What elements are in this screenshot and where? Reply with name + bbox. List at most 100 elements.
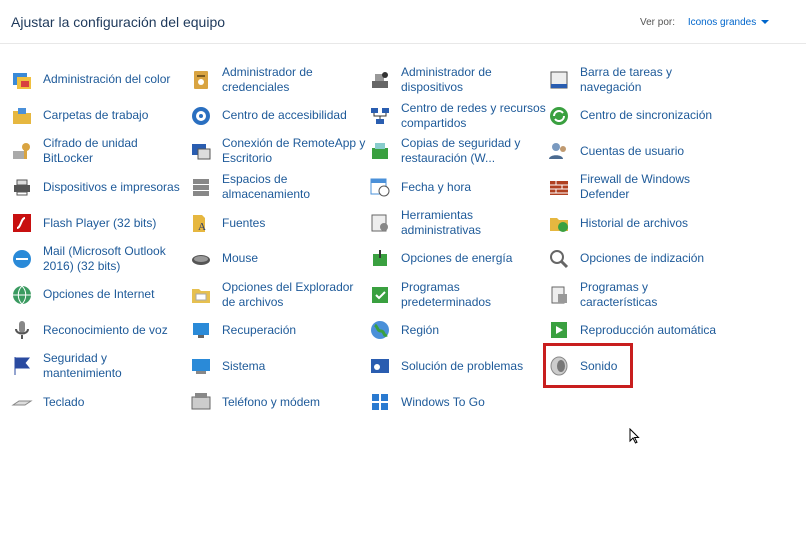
file-history-icon <box>548 212 570 234</box>
control-panel-item[interactable]: Flash Player (32 bits) <box>11 205 190 241</box>
control-panel-item-label: Conexión de RemoteApp y Escritorio <box>222 136 366 166</box>
control-panel-item-label: Centro de sincronización <box>580 108 713 123</box>
region-icon <box>369 319 391 341</box>
control-panel-item-label: Teclado <box>43 394 85 409</box>
control-panel-item-label: Opciones de energía <box>401 251 513 266</box>
control-panel-item[interactable]: Teclado <box>11 384 190 420</box>
control-panel-item[interactable]: Administrador de dispositivos <box>369 62 548 98</box>
control-panel-item[interactable]: Barra de tareas y navegación <box>548 62 778 98</box>
control-panel-item[interactable]: Administración del color <box>11 62 190 98</box>
control-panel-item[interactable]: Dispositivos e impresoras <box>11 169 190 205</box>
control-panel-item[interactable]: Opciones de energía <box>369 241 548 277</box>
admin-tools-icon <box>369 212 391 234</box>
control-panel-item[interactable]: Seguridad y mantenimiento <box>11 348 190 384</box>
control-panel-item[interactable]: Programas predeterminados <box>369 277 548 313</box>
control-panel-item-label: Cifrado de unidad BitLocker <box>43 136 138 166</box>
keyboard-icon <box>11 391 33 413</box>
control-panel-item[interactable]: Herramientas administrativas <box>369 205 548 241</box>
recovery-icon <box>190 319 212 341</box>
control-panel-item-label: Opciones de Internet <box>43 287 155 302</box>
control-panel-item-label: Administrador de dispositivos <box>401 64 492 94</box>
default-programs-icon <box>369 284 391 306</box>
windows-to-go-icon <box>369 391 391 413</box>
control-panel-item[interactable]: Conexión de RemoteApp y Escritorio <box>190 134 369 170</box>
programs-features-icon <box>548 284 570 306</box>
control-panel-item-label: Fecha y hora <box>401 179 472 194</box>
control-panel-item-label: Centro de redes y recursos compartidos <box>401 100 546 130</box>
control-panel-item-label: Copias de seguridad y restauración (W... <box>401 136 521 166</box>
control-panel-item[interactable]: Mail (Microsoft Outlook 2016) (32 bits) <box>11 241 190 277</box>
control-panel-item[interactable]: Historial de archivos <box>548 205 778 241</box>
indexing-options-icon <box>548 248 570 270</box>
control-panel-item[interactable]: A Fuentes <box>190 205 369 241</box>
control-panel-item-label: Opciones del Explorador de archivos <box>222 279 354 309</box>
control-panel-item-label: Carpetas de trabajo <box>43 108 149 123</box>
control-panel-item[interactable]: Reconocimiento de voz <box>11 313 190 349</box>
control-panel-item[interactable]: Solución de problemas <box>369 348 548 384</box>
control-panel-item-label: Dispositivos e impresoras <box>43 179 180 194</box>
control-panel-item-label: Herramientas administrativas <box>401 208 482 238</box>
view-by: Ver por: Iconos grandes <box>640 17 770 28</box>
page-title: Ajustar la configuración del equipo <box>11 14 226 30</box>
control-panel-items: Administración del color Administrador de… <box>11 62 801 420</box>
control-panel-item[interactable]: Carpetas de trabajo <box>11 98 190 134</box>
file-explorer-options-icon <box>190 284 212 306</box>
control-panel-item[interactable]: Mouse <box>190 241 369 277</box>
control-panel-item[interactable]: Firewall de Windows Defender <box>548 169 778 205</box>
control-panel-item[interactable]: Cuentas de usuario <box>548 134 778 170</box>
control-panel-item[interactable]: Programas y características <box>548 277 778 313</box>
control-panel-item[interactable]: Administrador de credenciales <box>190 62 369 98</box>
network-center-icon <box>369 105 391 127</box>
control-panel-item[interactable]: Opciones de Internet <box>11 277 190 313</box>
view-by-label: Ver por: <box>640 17 676 28</box>
control-panel-item-label: Programas predeterminados <box>401 279 492 309</box>
control-panel-item[interactable]: Centro de accesibilidad <box>190 98 369 134</box>
device-manager-icon <box>369 69 391 91</box>
view-by-dropdown[interactable]: Iconos grandes <box>688 17 770 28</box>
control-panel-item-label: Cuentas de usuario <box>580 143 685 158</box>
work-folders-icon <box>11 105 33 127</box>
control-panel-item[interactable]: Teléfono y módem <box>190 384 369 420</box>
control-panel-item[interactable]: Recuperación <box>190 313 369 349</box>
control-panel-item-label: Solución de problemas <box>401 358 524 373</box>
control-panel-item-label: Región <box>401 322 440 337</box>
control-panel-item-label: Windows To Go <box>401 394 485 409</box>
control-panel-item[interactable]: Centro de sincronización <box>548 98 778 134</box>
control-panel-item-label: Mouse <box>222 251 259 266</box>
header: Ajustar la configuración del equipo Ver … <box>0 0 806 46</box>
control-panel-item-label: Espacios de almacenamiento <box>222 172 311 202</box>
control-panel-item[interactable]: Región <box>369 313 548 349</box>
backup-restore-icon <box>369 140 391 162</box>
remoteapp-icon <box>190 140 212 162</box>
firewall-icon <box>548 176 570 198</box>
credential-manager-icon <box>190 69 212 91</box>
control-panel-item-label: Recuperación <box>222 322 297 337</box>
control-panel-item[interactable]: Copias de seguridad y restauración (W... <box>369 134 548 170</box>
control-panel-item-label: Sistema <box>222 358 266 373</box>
control-panel-item-label: Programas y características <box>580 279 658 309</box>
bitlocker-icon <box>11 140 33 162</box>
control-panel-item-label: Centro de accesibilidad <box>222 108 347 123</box>
control-panel-item-label: Historial de archivos <box>580 215 689 230</box>
control-panel-item-label: Mail (Microsoft Outlook 2016) (32 bits) <box>43 243 166 273</box>
sync-center-icon <box>548 105 570 127</box>
control-panel-item[interactable]: Espacios de almacenamiento <box>190 169 369 205</box>
system-icon <box>190 355 212 377</box>
control-panel-item[interactable]: Fecha y hora <box>369 169 548 205</box>
mouse-cursor-icon <box>629 428 640 444</box>
control-panel-item-label: Reproducción automática <box>580 322 717 337</box>
control-panel-item[interactable]: Windows To Go <box>369 384 548 420</box>
storage-spaces-icon <box>190 176 212 198</box>
control-panel-item[interactable]: Centro de redes y recursos compartidos <box>369 98 548 134</box>
control-panel-item[interactable]: Cifrado de unidad BitLocker <box>11 134 190 170</box>
date-time-icon <box>369 176 391 198</box>
color-management-icon <box>11 69 33 91</box>
control-panel-item[interactable]: Opciones del Explorador de archivos <box>190 277 369 313</box>
user-accounts-icon <box>548 140 570 162</box>
fonts-icon: A <box>190 212 212 234</box>
control-panel-item-label: Fuentes <box>222 215 266 230</box>
flash-player-icon <box>11 212 33 234</box>
control-panel-item[interactable]: Sistema <box>190 348 369 384</box>
control-panel-item[interactable]: Opciones de indización <box>548 241 778 277</box>
taskbar-icon <box>548 69 570 91</box>
